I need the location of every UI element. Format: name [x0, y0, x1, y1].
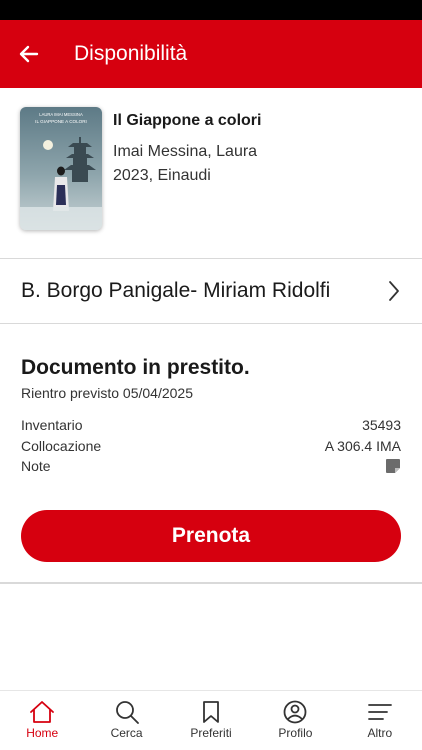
cover-title-caption: IL GIAPPONE A COLORI	[35, 119, 87, 124]
note-icon[interactable]	[385, 458, 401, 474]
book-info: Il Giappone a colori Imai Messina, Laura…	[113, 112, 261, 188]
tab-label: Preferiti	[190, 726, 232, 740]
prenota-button[interactable]: Prenota	[21, 510, 401, 562]
bookmark-icon	[203, 701, 219, 723]
tab-preferiti[interactable]: Preferiti	[169, 691, 253, 750]
book-year-publisher: 2023, Einaudi	[113, 167, 211, 184]
library-row[interactable]: B. Borgo Panigale- Miriam Ridolfi	[0, 259, 422, 324]
tab-profilo[interactable]: Profilo	[253, 691, 337, 750]
tab-altro[interactable]: Altro	[338, 691, 422, 750]
home-icon	[30, 701, 55, 723]
cover-author-caption: LAURA IMAI MESSINA	[39, 112, 83, 117]
tab-cerca[interactable]: Cerca	[84, 691, 168, 750]
tab-home[interactable]: Home	[0, 691, 84, 750]
menu-icon	[367, 704, 392, 720]
detail-value: 35493	[362, 417, 401, 433]
search-icon	[115, 701, 139, 724]
book-cover: LAURA IMAI MESSINA IL GIAPPONE A COLORI	[20, 107, 102, 230]
detail-label: Note	[21, 458, 51, 474]
book-title: Il Giappone a colori	[113, 112, 262, 129]
tab-label: Cerca	[110, 726, 143, 740]
detail-row-note: Note	[21, 458, 401, 474]
chevron-right-icon	[389, 281, 399, 301]
back-button[interactable]	[0, 20, 58, 88]
status-bar	[0, 0, 422, 20]
app-bar: Disponibilità	[0, 20, 422, 88]
loan-return-date: Rientro previsto 05/04/2025	[21, 385, 193, 401]
library-name: B. Borgo Panigale- Miriam Ridolfi	[21, 279, 331, 302]
loan-section: Documento in prestito. Rientro previsto …	[0, 324, 422, 584]
tab-bar: Home Cerca Preferiti Profilo Altro	[0, 690, 422, 750]
detail-value: A 306.4 IMA	[324, 438, 401, 454]
detail-label: Inventario	[21, 417, 83, 433]
loan-status: Documento in prestito.	[21, 356, 250, 379]
detail-label: Collocazione	[21, 438, 102, 454]
page-title: Disponibilità	[74, 42, 188, 65]
detail-row-collocazione: Collocazione A 306.4 IMA	[21, 438, 401, 454]
tab-label: Altro	[367, 726, 393, 740]
tab-label: Profilo	[278, 726, 313, 740]
book-author: Imai Messina, Laura	[113, 143, 258, 160]
arrow-left-icon	[19, 45, 39, 63]
tab-label: Home	[26, 726, 59, 740]
profile-icon	[284, 700, 307, 724]
book-card: LAURA IMAI MESSINA IL GIAPPONE A COLORI …	[0, 88, 422, 259]
detail-row-inventario: Inventario 35493	[21, 417, 401, 433]
